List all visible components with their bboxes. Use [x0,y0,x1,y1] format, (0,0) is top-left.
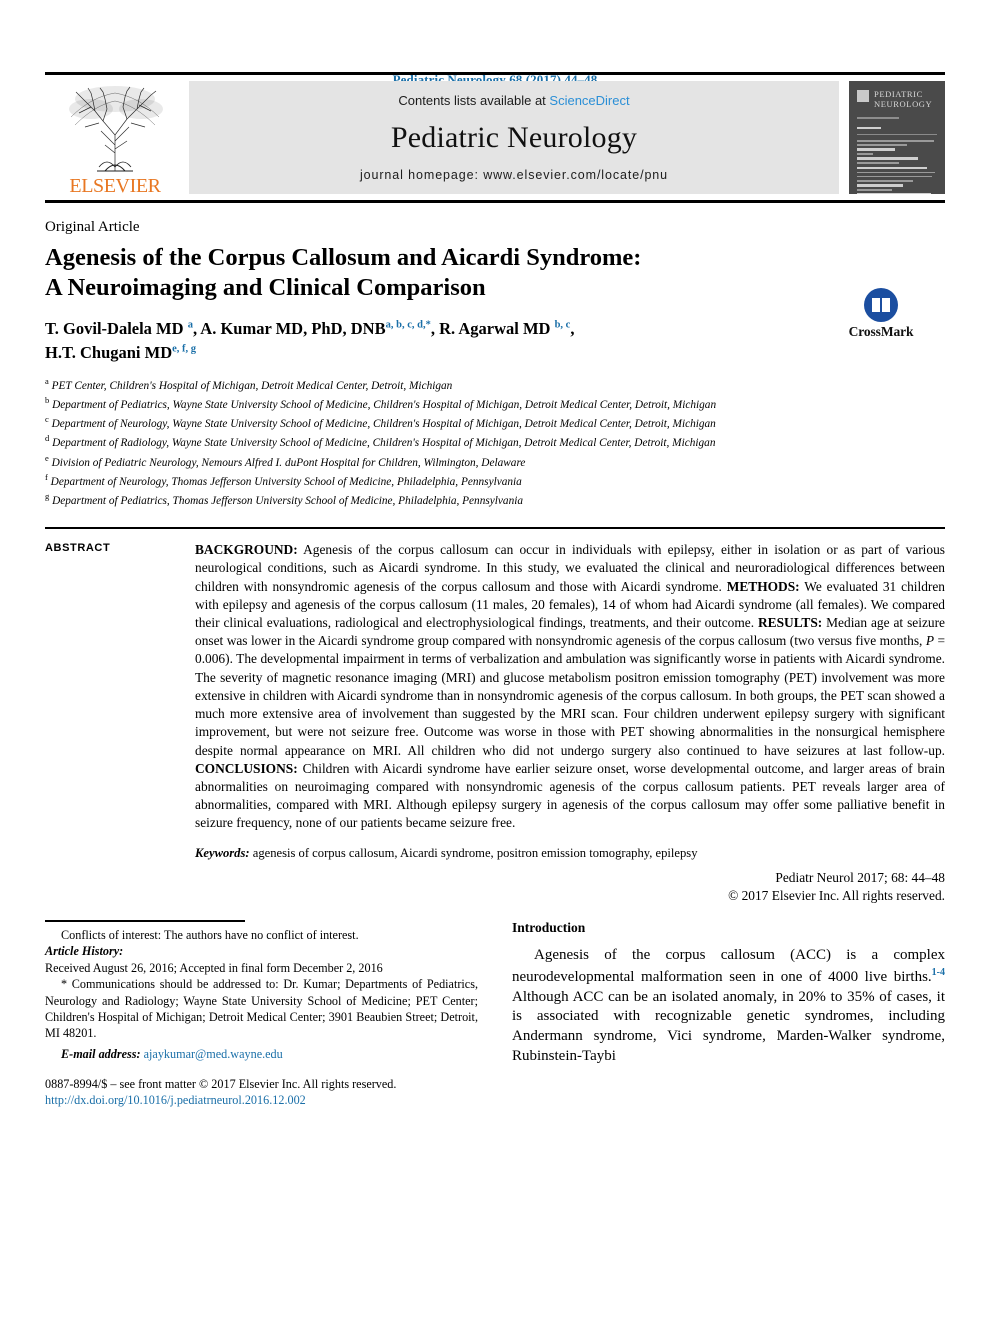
issn-line: 0887-8994/$ – see front matter © 2017 El… [45,1077,397,1092]
affiliation-text-c: Department of Neurology, Wayne State Uni… [51,417,716,430]
affiliation-text-d: Department of Radiology, Wayne State Uni… [52,437,716,450]
affiliation-list: a PET Center, Children's Hospital of Mic… [45,375,765,510]
affiliation-c: c Department of Neurology, Wayne State U… [45,413,765,432]
affiliation-marker-d: d [45,433,50,444]
elsevier-tree-icon [69,86,163,172]
journal-masthead: ELSEVIER Contents lists available at Sci… [45,75,945,200]
cover-emblem-icon [857,90,869,102]
affiliation-text-f: Department of Neurology, Thomas Jefferso… [50,475,522,488]
left-column: Conflicts of interest: The authors have … [45,919,478,1108]
cover-title-line2: NEUROLOGY [874,98,933,109]
crossmark-label: CrossMark [848,324,914,339]
contents-banner: Contents lists available at ScienceDirec… [189,81,839,194]
abstract-top-rule [45,527,945,530]
cover-header: PEDIATRIC NEUROLOGY [857,89,937,110]
crossmark-badge[interactable]: CrossMark [817,288,945,340]
elsevier-logo: ELSEVIER [45,75,185,200]
footnote-rule [45,919,245,922]
affiliation-text-e: Division of Pediatric Neurology, Nemours… [51,456,526,469]
keywords-text: agenesis of corpus callosum, Aicardi syn… [249,845,698,860]
affiliation-marker-b: b [45,394,50,405]
article-type: Original Article [45,219,140,235]
affiliation-marker-e: e [45,452,49,463]
article-history-text: Received August 26, 2016; Accepted in fi… [45,960,383,975]
abstract-label-column: ABSTRACT [45,541,195,904]
keywords-label: Keywords: [195,845,250,860]
abstract-label: ABSTRACT [45,542,111,555]
crossmark-icon [864,288,898,322]
abstract-body: BACKGROUND: Agenesis of the corpus callo… [195,542,945,831]
masthead-bottom-rule [45,200,945,203]
contents-prefix: Contents lists available at [398,93,550,108]
affiliation-marker-a: a [45,375,49,386]
right-column: Introduction Agenesis of the corpus call… [512,920,945,1108]
cover-title-line1: PEDIATRIC [874,89,923,99]
title-line-1: Agenesis of the Corpus Callosum and Aica… [45,244,642,271]
cover-text-lines [857,126,937,194]
affiliation-text-b: Department of Pediatrics, Wayne State Un… [52,398,717,411]
affiliation-marker-c: c [45,414,49,425]
affiliation-text-a: PET Center, Children's Hospital of Michi… [51,379,453,392]
abstract-section: ABSTRACT BACKGROUND: Agenesis of the cor… [45,541,945,904]
affiliation-marker-g: g [45,491,50,502]
affiliation-e: e Division of Pediatric Neurology, Nemou… [45,452,765,471]
sciencedirect-link[interactable]: ScienceDirect [549,93,629,108]
affiliation-a: a PET Center, Children's Hospital of Mic… [45,375,765,394]
journal-cover-thumbnail: PEDIATRIC NEUROLOGY [849,81,945,194]
article-page: Pediatric Neurology 68 (2017) 44–48 ELSE… [0,0,990,1320]
affiliation-g: g Department of Pediatrics, Thomas Jeffe… [45,490,765,509]
affiliation-text-g: Department of Pediatrics, Thomas Jeffers… [52,495,524,508]
email-line: E-mail address: ajaykumar@med.wayne.edu [45,1046,478,1062]
citation-line: Pediatr Neurol 2017; 68: 44–48 [775,869,945,885]
doi-link[interactable]: http://dx.doi.org/10.1016/j.pediatrneuro… [45,1093,478,1108]
introduction-heading: Introduction [512,919,586,935]
two-column-body: Conflicts of interest: The authors have … [45,919,945,1108]
affiliation-marker-f: f [45,472,48,483]
article-history-label: Article History: [45,944,124,959]
affiliation-d: d Department of Radiology, Wayne State U… [45,432,765,451]
introduction-paragraph: Agenesis of the corpus callosum (ACC) is… [512,946,945,1065]
page-title: Agenesis of the Corpus Callosum and Aica… [45,243,745,303]
contents-available-text: Contents lists available at ScienceDirec… [398,93,629,108]
journal-title: Pediatric Neurology [390,121,638,154]
keywords: Keywords: agenesis of corpus callosum, A… [195,846,945,861]
conflicts-of-interest: Conflicts of interest: The authors have … [61,927,359,942]
running-head: Pediatric Neurology 68 (2017) 44–48 [392,72,598,87]
cover-subtitle-rule [857,116,899,119]
author-list: T. Govil-Dalela MD a, A. Kumar MD, PhD, … [45,318,575,362]
correspondence-note: * Communications should be addressed to:… [45,977,478,1041]
cover-title: PEDIATRIC NEUROLOGY [874,89,933,110]
affiliation-f: f Department of Neurology, Thomas Jeffer… [45,471,765,490]
email-address[interactable]: ajaykumar@med.wayne.edu [144,1047,283,1061]
title-line-2: A Neuroimaging and Clinical Comparison [45,273,486,301]
email-label: E-mail address: [61,1046,141,1061]
journal-homepage[interactable]: journal homepage: www.elsevier.com/locat… [360,168,668,182]
rights-line: © 2017 Elsevier Inc. All rights reserved… [728,887,945,903]
affiliation-b: b Department of Pediatrics, Wayne State … [45,394,765,413]
elsevier-wordmark: ELSEVIER [69,175,161,197]
